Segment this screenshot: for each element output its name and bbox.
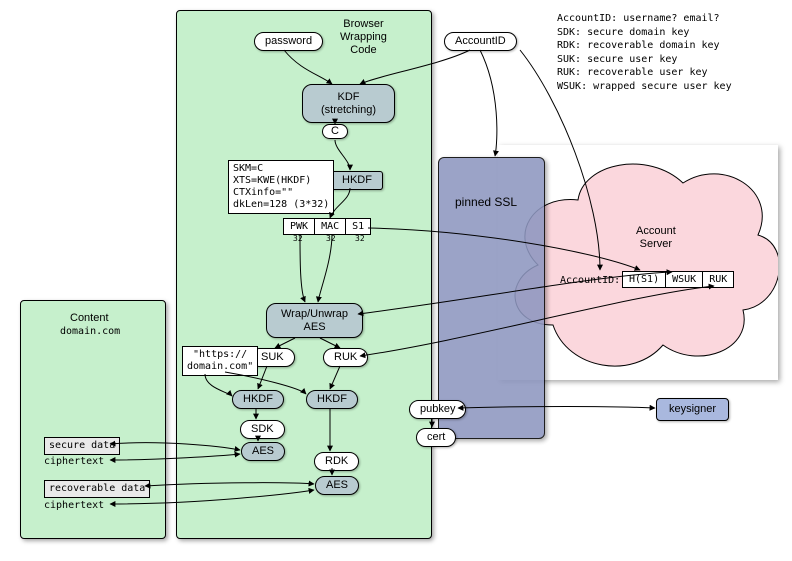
cell-hs1: H(S1) <box>623 272 666 287</box>
content-subtitle: domain.com <box>60 326 120 338</box>
node-ruk: RUK <box>323 348 368 367</box>
node-wrap: Wrap/Unwrap AES <box>266 303 363 338</box>
box-hkdf-params: SKM=C XTS=KWE(HKDF) CTXinfo="" dkLen=128… <box>228 160 334 214</box>
cell-pwk-sz2: 32 <box>355 234 365 243</box>
node-sdk: SDK <box>240 420 285 439</box>
content-title: Content <box>70 312 109 325</box>
cell-pwk-sz0: 32 <box>293 234 303 243</box>
node-pubkey: pubkey <box>409 400 466 419</box>
cell-s1: S1 <box>346 219 370 234</box>
node-hkdf3: HKDF <box>306 390 358 409</box>
cell-wsuk: WSUK <box>666 272 703 287</box>
cell-pwk: PWK <box>284 219 315 234</box>
cells-pwk: PWK MAC S1 <box>283 218 371 235</box>
label-ciphertext2: ciphertext <box>44 500 104 511</box>
cell-pwk-sz1: 32 <box>326 234 336 243</box>
browser-title: Browser Wrapping Code <box>340 18 387 58</box>
node-kdf: KDF (stretching) <box>302 84 395 123</box>
node-hkdf2: HKDF <box>232 390 284 409</box>
box-url: "https:// domain.com" <box>182 346 258 376</box>
cell-ruk: RUK <box>703 272 733 287</box>
node-cert: cert <box>416 428 456 447</box>
node-aes2: AES <box>315 476 359 495</box>
node-hkdf1: HKDF <box>331 171 383 190</box>
node-password: password <box>254 32 323 51</box>
box-secure-data: secure data <box>44 437 120 455</box>
legend: AccountID: username? email? SDK: secure … <box>557 12 732 93</box>
ssl-label: pinned SSL <box>455 195 517 209</box>
cell-mac: MAC <box>315 219 346 234</box>
account-row-label: AccountID: <box>560 275 620 286</box>
node-keysigner: keysigner <box>656 398 729 421</box>
label-ciphertext1: ciphertext <box>44 456 104 467</box>
node-rdk: RDK <box>314 452 359 471</box>
box-recoverable-data: recoverable data <box>44 480 150 498</box>
node-c: C <box>322 124 348 139</box>
node-accountid: AccountID <box>444 32 517 51</box>
cloud-title: Account Server <box>636 225 676 251</box>
node-aes1: AES <box>241 442 285 461</box>
cells-account-row: H(S1) WSUK RUK <box>622 271 734 288</box>
